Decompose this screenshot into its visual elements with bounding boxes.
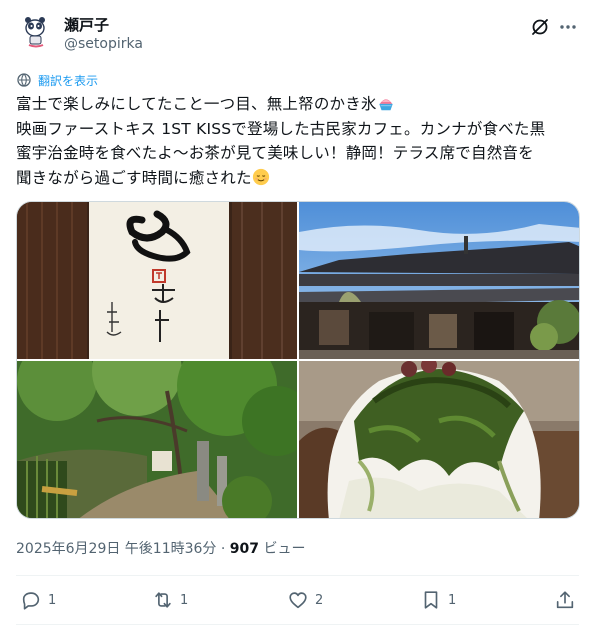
tweet-text: 富士で楽しみにしてたこと一つ目、無上帑のかき氷 映画ファーストキス 1ST KI… (16, 92, 582, 190)
calligraphy-sign-photo[interactable] (17, 202, 297, 359)
media-grid (16, 201, 580, 519)
bookmark-count: 1 (448, 592, 457, 608)
grok-icon[interactable] (529, 16, 551, 38)
retweet-button[interactable]: 1 (152, 586, 188, 614)
display-name[interactable]: 瀬戸子 (64, 14, 109, 35)
kominka-building-photo[interactable] (299, 202, 579, 359)
bookmark-icon (424, 591, 438, 609)
tweet-line-1: 富士で楽しみにしてたこと一つ目、無上帑のかき氷 (16, 95, 377, 113)
like-button[interactable]: 2 (287, 586, 323, 614)
tweet-meta: 2025年6月29日 午後11時36分 · 907 ビュー (16, 538, 305, 558)
more-options-icon[interactable] (557, 16, 579, 38)
meta-separator: · (216, 541, 230, 557)
matcha-kakigori-photo[interactable] (299, 361, 579, 518)
views-label: ビュー (259, 541, 306, 557)
avatar[interactable] (16, 12, 56, 52)
tweet-header: 瀬戸子 @setopirka (16, 12, 579, 60)
shaved-ice-icon (378, 99, 393, 111)
relieved-face-icon (252, 168, 269, 185)
tweet-line-2: 映画ファーストキス 1ST KISSで登場した古民家カフェ。カンナが食べた黒 (16, 119, 546, 138)
retweet-count: 1 (180, 592, 189, 608)
user-handle[interactable]: @setopirka (64, 36, 143, 52)
share-button[interactable] (554, 586, 582, 614)
reply-count: 1 (48, 592, 57, 608)
like-count: 2 (315, 592, 324, 608)
tweet-datetime[interactable]: 2025年6月29日 午後11時36分 (16, 541, 216, 557)
tweet-line-3: 蜜宇治金時を食べたよ〜お茶が見て美味しい！静岡！テラス席で自然音を (16, 144, 534, 162)
bookmark-button[interactable]: 1 (420, 586, 456, 614)
heart-icon (289, 592, 307, 609)
reply-button[interactable]: 1 (20, 586, 56, 614)
reply-icon (22, 592, 40, 610)
action-bar: 1 1 2 1 (16, 586, 579, 614)
translate-label: 翻訳を表示 (38, 73, 99, 88)
views-count: 907 (229, 541, 260, 557)
divider (16, 575, 579, 576)
show-translation-link[interactable]: 翻訳を表示 (16, 72, 98, 88)
garden-path-photo[interactable] (17, 361, 297, 518)
tweet-line-4: 聞きながら過ごす時間に癒された (16, 168, 252, 187)
share-icon (556, 591, 574, 609)
retweet-icon (155, 592, 171, 608)
translate-icon (17, 73, 31, 87)
divider (16, 624, 579, 625)
